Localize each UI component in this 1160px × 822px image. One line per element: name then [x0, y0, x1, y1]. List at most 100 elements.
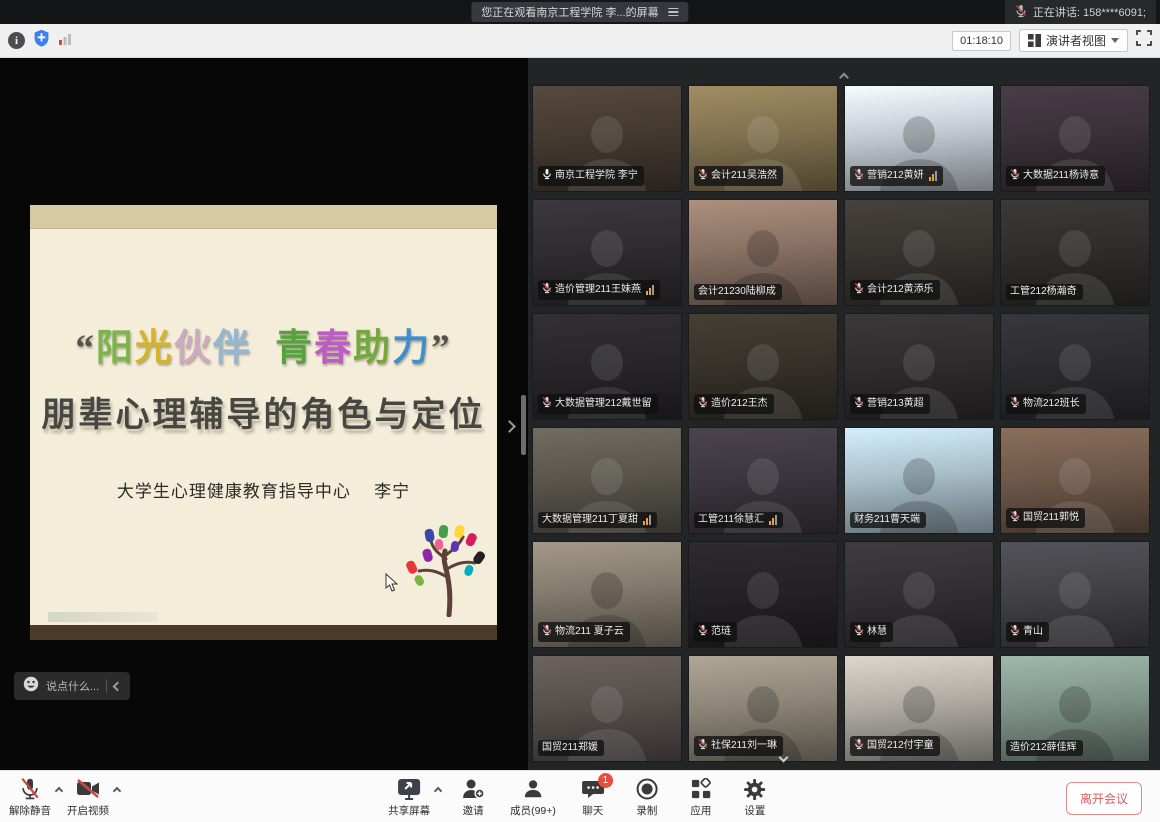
security-shield-icon[interactable] — [33, 29, 50, 52]
apps-label: 应用 — [690, 803, 711, 818]
participant-name-tag: 国贸212付宇童 — [850, 736, 940, 756]
participant-name-tag: 林慧 — [850, 622, 893, 642]
participant-tile[interactable]: 工管212杨瀚奇 — [1000, 199, 1150, 306]
video-options-icon[interactable] — [113, 787, 121, 795]
shared-screen-area: “阳光伙伴 青春助力” 朋辈心理辅导的角色与定位 大学生心理健康教育指导中心 李… — [0, 58, 528, 770]
info-icon[interactable]: i — [8, 32, 25, 49]
participant-tile[interactable]: 造价212王杰 — [688, 313, 838, 420]
network-signal-icon — [58, 32, 72, 50]
participant-name-tag: 造价212王杰 — [694, 394, 774, 414]
participant-tile[interactable]: 大数据管理212戴世留 — [532, 313, 682, 420]
participant-name-tag: 社保211刘一琳 — [694, 736, 783, 756]
signal-bars-icon — [646, 285, 654, 295]
participant-name: 国贸211郑媛 — [542, 742, 598, 754]
fullscreen-icon[interactable] — [1136, 30, 1152, 51]
participant-name-tag: 物流211 夏子云 — [538, 622, 630, 642]
participant-tile[interactable]: 营销213黄超 — [844, 313, 994, 420]
participant-name: 营销213黄超 — [867, 398, 924, 410]
participant-name: 大数据管理211丁夏甜 — [542, 514, 638, 526]
participant-tile[interactable]: 国贸211郭悦 — [1000, 427, 1150, 534]
settings-label: 设置 — [744, 803, 765, 818]
top-bar: 您正在观看南京工程学院 李...的屏幕 正在讲话: 158****6091; — [0, 0, 1160, 24]
view-mode-button[interactable]: 演讲者视图 — [1019, 29, 1128, 52]
members-label: 成员(99+) — [510, 803, 556, 818]
invite-label: 邀请 — [463, 803, 484, 818]
invite-button[interactable]: 邀请 — [451, 774, 495, 818]
start-video-button[interactable]: 开启视频 — [62, 774, 114, 818]
signal-bars-icon — [643, 515, 651, 525]
share-screen-button[interactable]: 共享屏幕 — [383, 774, 435, 818]
collapse-grid-icon[interactable] — [841, 68, 848, 86]
participant-tile[interactable]: 青山 — [1000, 541, 1150, 648]
participant-name: 工管211徐慧汇 — [698, 514, 764, 526]
participant-name-tag: 工管212杨瀚奇 — [1006, 284, 1083, 300]
record-icon — [635, 777, 659, 801]
slide-watermark — [48, 612, 158, 622]
participant-name-tag: 国贸211郑媛 — [538, 740, 604, 756]
participant-tile[interactable]: 物流211 夏子云 — [532, 541, 682, 648]
participant-tile[interactable]: 造价管理211王妹燕 — [532, 199, 682, 306]
participant-tile[interactable]: 国贸211郑媛 — [532, 655, 682, 762]
chat-badge: 1 — [598, 773, 613, 788]
invite-person-icon — [461, 777, 485, 801]
share-scrollbar[interactable] — [521, 395, 526, 455]
participant-name: 会计212黄添乐 — [867, 284, 934, 296]
members-button[interactable]: 成员(99+) — [505, 774, 561, 818]
mic-on-icon — [542, 168, 552, 184]
participant-tile[interactable]: 大数据211杨诗意 — [1000, 85, 1150, 192]
participant-name: 大数据211杨诗意 — [1023, 170, 1099, 182]
participant-name-tag: 物流212班长 — [1006, 394, 1086, 414]
quick-chat-input[interactable]: 说点什么... — [14, 672, 130, 700]
participant-grid-area: 南京工程学院 李宁 会计211吴浩然 营销212黄妍大数据211杨诗意造价管理211… — [528, 58, 1160, 770]
participant-tile[interactable]: 营销212黄妍 — [844, 85, 994, 192]
collapse-chat-icon[interactable] — [113, 681, 123, 691]
participant-name: 造价管理211王妹燕 — [555, 284, 641, 296]
settings-button[interactable]: 设置 — [733, 774, 777, 818]
scroll-down-icon[interactable] — [780, 748, 787, 766]
participant-name-tag: 财务211曹天端 — [850, 512, 926, 528]
record-label: 录制 — [636, 803, 657, 818]
participant-tile[interactable]: 会计211吴浩然 — [688, 85, 838, 192]
share-screen-label: 共享屏幕 — [388, 803, 430, 818]
participant-name-tag: 大数据管理212戴世留 — [538, 394, 658, 414]
participant-tile[interactable]: 会计212黄添乐 — [844, 199, 994, 306]
menu-icon[interactable] — [669, 8, 679, 17]
participant-tile[interactable]: 工管211徐慧汇 — [688, 427, 838, 534]
participant-tile[interactable]: 国贸212付宇童 — [844, 655, 994, 762]
muted-mic-icon — [698, 168, 708, 184]
participant-tile[interactable]: 物流212班长 — [1000, 313, 1150, 420]
participant-tile[interactable]: 财务211曹天端 — [844, 427, 994, 534]
participant-tile[interactable]: 范琏 — [688, 541, 838, 648]
muted-mic-icon — [19, 777, 41, 801]
participant-tile[interactable]: 大数据管理211丁夏甜 — [532, 427, 682, 534]
start-video-label: 开启视频 — [67, 803, 109, 818]
muted-mic-icon — [698, 624, 708, 640]
participant-tile[interactable]: 南京工程学院 李宁 — [532, 85, 682, 192]
muted-mic-icon — [1010, 396, 1020, 412]
participant-tile[interactable]: 社保211刘一琳 — [688, 655, 838, 762]
muted-mic-icon — [542, 396, 552, 412]
share-options-icon[interactable] — [434, 787, 442, 795]
participant-name: 会计211吴浩然 — [711, 170, 777, 182]
participant-tile[interactable]: 林慧 — [844, 541, 994, 648]
emoji-icon[interactable] — [23, 676, 39, 697]
participant-name: 造价212王杰 — [711, 398, 768, 410]
muted-mic-icon — [1010, 168, 1020, 184]
unmute-button[interactable]: 解除静音 — [4, 774, 56, 818]
leave-meeting-button[interactable]: 离开会议 — [1066, 782, 1142, 815]
apps-button[interactable]: 应用 — [679, 774, 723, 818]
participant-name-tag: 南京工程学院 李宁 — [538, 166, 644, 186]
next-page-icon[interactable] — [505, 418, 514, 436]
muted-mic-icon — [854, 168, 864, 184]
participant-name-tag: 大数据211杨诗意 — [1006, 166, 1105, 186]
watching-screen-pill[interactable]: 您正在观看南京工程学院 李...的屏幕 — [471, 2, 688, 22]
participant-name: 青山 — [1023, 626, 1043, 638]
participant-tile[interactable]: 造价212薛佳辉 — [1000, 655, 1150, 762]
record-button[interactable]: 录制 — [625, 774, 669, 818]
muted-mic-icon — [1010, 624, 1020, 640]
members-icon — [522, 777, 544, 801]
chat-button[interactable]: 1 聊天 — [571, 774, 615, 818]
participant-name-tag: 大数据管理211丁夏甜 — [538, 512, 657, 528]
participant-tile[interactable]: 会计21230陆柳成 — [688, 199, 838, 306]
layout-icon — [1028, 34, 1041, 47]
